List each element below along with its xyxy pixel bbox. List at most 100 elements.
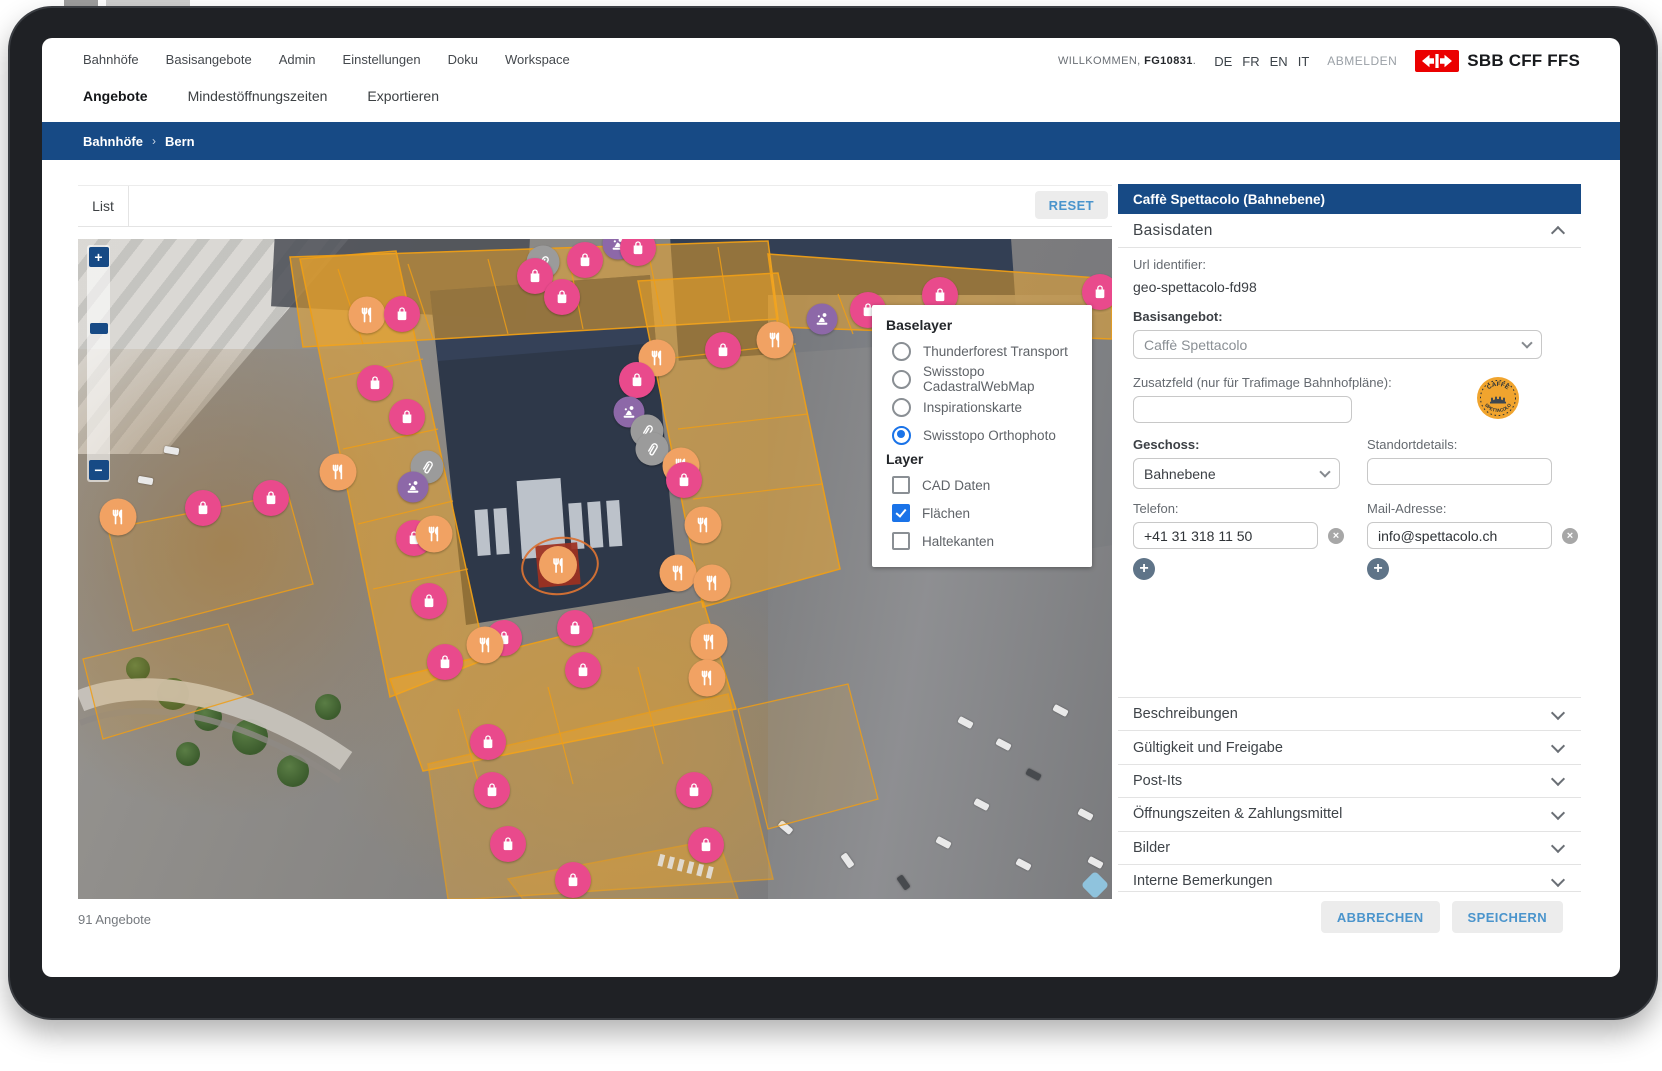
radio-icon[interactable] xyxy=(892,342,911,361)
radio-icon[interactable] xyxy=(892,426,911,445)
top-nav-item-doku[interactable]: Doku xyxy=(448,52,478,67)
map-marker-shopping-bag[interactable] xyxy=(253,480,289,516)
radio-icon[interactable] xyxy=(892,370,911,389)
brand-text: SBB CFF FFS xyxy=(1467,51,1580,71)
sub-nav-item-angebote[interactable]: Angebote xyxy=(83,88,148,104)
map-marker-shopping-bag[interactable] xyxy=(427,644,463,680)
checkbox-icon[interactable] xyxy=(892,532,910,550)
url-identifier-label: Url identifier: xyxy=(1133,257,1566,272)
telefon-input[interactable] xyxy=(1133,522,1318,549)
mail-clear-icon[interactable]: × xyxy=(1562,528,1578,544)
accordion-label: Gültigkeit und Freigabe xyxy=(1133,740,1283,756)
map-marker-restaurant[interactable] xyxy=(685,507,722,544)
breadcrumb-item-bahnhöfe[interactable]: Bahnhöfe xyxy=(83,134,143,149)
map-marker-restaurant[interactable] xyxy=(320,454,357,491)
zoom-out-button[interactable]: − xyxy=(89,460,109,480)
map-marker-shopping-bag[interactable] xyxy=(474,772,510,808)
map-marker-shopping-bag[interactable] xyxy=(705,332,741,368)
mail-label: Mail-Adresse: xyxy=(1367,501,1552,516)
breadcrumb-item-bern[interactable]: Bern xyxy=(165,134,195,149)
map-marker-restaurant[interactable] xyxy=(100,499,137,536)
sub-nav: Angebote Mindestöffnungszeiten Exportieren xyxy=(83,88,439,104)
map-marker-shopping-bag[interactable] xyxy=(411,583,447,619)
telefon-clear-icon[interactable]: × xyxy=(1328,528,1344,544)
radio-icon[interactable] xyxy=(892,398,911,417)
map-marker-restaurant[interactable] xyxy=(694,565,731,602)
map-marker-restaurant[interactable] xyxy=(660,555,697,592)
mail-input[interactable] xyxy=(1367,522,1552,549)
map-marker-shopping-bag[interactable] xyxy=(619,362,655,398)
zoom-in-button[interactable]: + xyxy=(89,247,109,267)
language-it[interactable]: IT xyxy=(1298,54,1310,69)
map-marker-restaurant[interactable] xyxy=(689,660,726,697)
map-marker-shopping-bag[interactable] xyxy=(490,826,526,862)
map-marker-restaurant[interactable] xyxy=(467,627,504,664)
add-mail-button[interactable]: + xyxy=(1367,558,1389,580)
top-nav-item-einstellungen[interactable]: Einstellungen xyxy=(343,52,421,67)
map-marker-shopping-bag[interactable] xyxy=(676,772,712,808)
add-telefon-button[interactable]: + xyxy=(1133,558,1155,580)
map-marker-shopping-bag[interactable] xyxy=(384,296,420,332)
section-basisdaten[interactable]: Basisdaten xyxy=(1118,214,1581,248)
top-nav-item-basisangebote[interactable]: Basisangebote xyxy=(166,52,252,67)
standortdetails-input[interactable] xyxy=(1367,458,1552,485)
accordion-post-its[interactable]: Post-Its xyxy=(1118,764,1581,797)
checkbox-icon[interactable] xyxy=(892,476,910,494)
logout-link[interactable]: ABMELDEN xyxy=(1327,54,1397,68)
baselayer-option-inspirationskarte[interactable]: Inspirationskarte xyxy=(872,393,1092,421)
language-switcher: DE FR EN IT xyxy=(1214,54,1309,69)
restaurant-icon[interactable] xyxy=(539,546,577,584)
layer-option-cad-daten[interactable]: CAD Daten xyxy=(872,471,1092,499)
map-marker-shopping-bag[interactable] xyxy=(389,399,425,435)
tab-list[interactable]: List xyxy=(78,186,129,226)
sub-nav-item-mindestöffnungszeiten[interactable]: Mindestöffnungszeiten xyxy=(188,88,328,104)
language-fr[interactable]: FR xyxy=(1242,54,1259,69)
map-marker-restaurant[interactable] xyxy=(416,516,453,553)
zoom-slider-handle[interactable] xyxy=(90,323,108,334)
top-nav-item-admin[interactable]: Admin xyxy=(279,52,316,67)
map-marker-shopping-bag[interactable] xyxy=(557,610,593,646)
sub-nav-item-exportieren[interactable]: Exportieren xyxy=(367,88,439,104)
layer-option-flächen[interactable]: Flächen xyxy=(872,499,1092,527)
accordion-beschreibungen[interactable]: Beschreibungen xyxy=(1118,697,1581,730)
map-toolbar: List RESET xyxy=(78,185,1112,227)
geschoss-select[interactable]: Bahnebene xyxy=(1133,458,1340,489)
basisangebot-select[interactable]: Caffè Spettacolo xyxy=(1133,330,1542,359)
baselayer-option-swisstopo-orthophoto[interactable]: Swisstopo Orthophoto xyxy=(872,421,1092,449)
map-marker-shopping-bag[interactable] xyxy=(470,724,506,760)
map-marker-shopping-bag[interactable] xyxy=(666,462,702,498)
cancel-button[interactable]: ABBRECHEN xyxy=(1321,901,1440,933)
map-marker-restaurant[interactable] xyxy=(757,322,794,359)
reset-button[interactable]: RESET xyxy=(1035,191,1108,219)
top-nav-item-workspace[interactable]: Workspace xyxy=(505,52,570,67)
accordion-label: Post-Its xyxy=(1133,773,1182,789)
map-marker-restaurant[interactable] xyxy=(691,624,728,661)
accordion-öffnungszeiten-zahlungsmittel[interactable]: Öffnungszeiten & Zahlungsmittel xyxy=(1118,797,1581,830)
layer-option-label: Flächen xyxy=(922,506,970,521)
map-marker-service-desk[interactable] xyxy=(398,472,429,503)
map-marker-shopping-bag[interactable] xyxy=(565,652,601,688)
layer-option-haltekanten[interactable]: Haltekanten xyxy=(872,527,1092,555)
checkbox-icon[interactable] xyxy=(892,504,910,522)
map-marker-shopping-bag[interactable] xyxy=(567,242,603,278)
language-de[interactable]: DE xyxy=(1214,54,1232,69)
top-nav-item-bahnhöfe[interactable]: Bahnhöfe xyxy=(83,52,139,67)
map-marker-shopping-bag[interactable] xyxy=(555,862,591,898)
map-marker-shopping-bag[interactable] xyxy=(185,490,221,526)
chevron-down-icon xyxy=(1551,739,1565,753)
map-canvas[interactable]: + − Baselayer Thunderforest TransportSwi… xyxy=(78,239,1112,899)
map-marker-shopping-bag[interactable] xyxy=(544,279,580,315)
accordion-bilder[interactable]: Bilder xyxy=(1118,831,1581,864)
header-right: WILLKOMMEN, FG10831. DEFRENIT ABMELDEN S… xyxy=(1058,50,1580,72)
baselayer-option-thunderforest-transport[interactable]: Thunderforest Transport xyxy=(872,337,1092,365)
language-en[interactable]: EN xyxy=(1270,54,1288,69)
map-marker-shopping-bag[interactable] xyxy=(688,827,724,863)
sbb-logo-icon xyxy=(1415,50,1459,72)
map-marker-shopping-bag[interactable] xyxy=(357,365,393,401)
save-button[interactable]: SPEICHERN xyxy=(1452,901,1563,933)
map-marker-restaurant[interactable] xyxy=(349,297,386,334)
map-marker-service-desk[interactable] xyxy=(807,304,838,335)
baselayer-option-swisstopo-cadastralwebmap[interactable]: Swisstopo CadastralWebMap xyxy=(872,365,1092,393)
zusatzfeld-input[interactable] xyxy=(1133,396,1352,423)
accordion-gültigkeit-und-freigabe[interactable]: Gültigkeit und Freigabe xyxy=(1118,730,1581,763)
